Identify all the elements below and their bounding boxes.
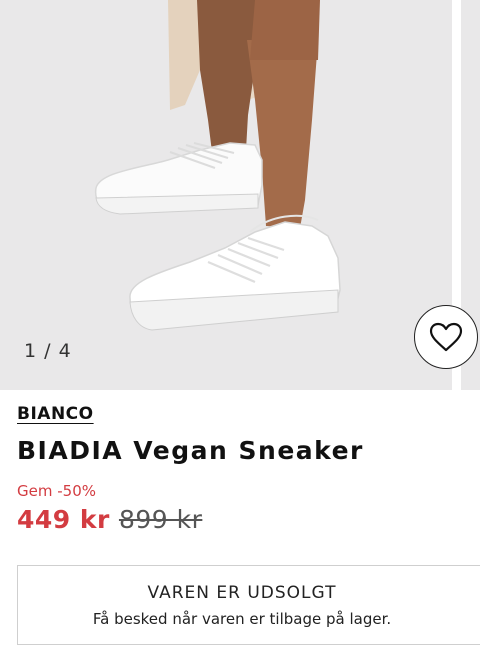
image-counter: 1 / 4 <box>24 340 72 362</box>
discount-label: Gem -50% <box>17 482 96 500</box>
sold-out-title: VAREN ER UDSOLGT <box>147 583 337 603</box>
sneaker-photo <box>94 0 341 331</box>
original-price: 899 kr <box>118 505 203 534</box>
product-image-gallery[interactable]: 1 / 4 <box>0 0 480 390</box>
sold-out-notify-button[interactable]: VAREN ER UDSOLGT Få besked når varen er … <box>17 565 480 645</box>
heart-icon <box>429 322 463 352</box>
sale-price: 449 kr <box>17 505 110 534</box>
wishlist-button[interactable] <box>414 305 478 369</box>
product-image[interactable]: 1 / 4 <box>0 0 452 390</box>
price-row: 449 kr 899 kr <box>17 505 202 534</box>
brand-link[interactable]: BIANCO <box>17 404 94 424</box>
product-title: BIADIA Vegan Sneaker <box>17 436 364 465</box>
notify-subtitle: Få besked når varen er tilbage på lager. <box>92 610 392 628</box>
